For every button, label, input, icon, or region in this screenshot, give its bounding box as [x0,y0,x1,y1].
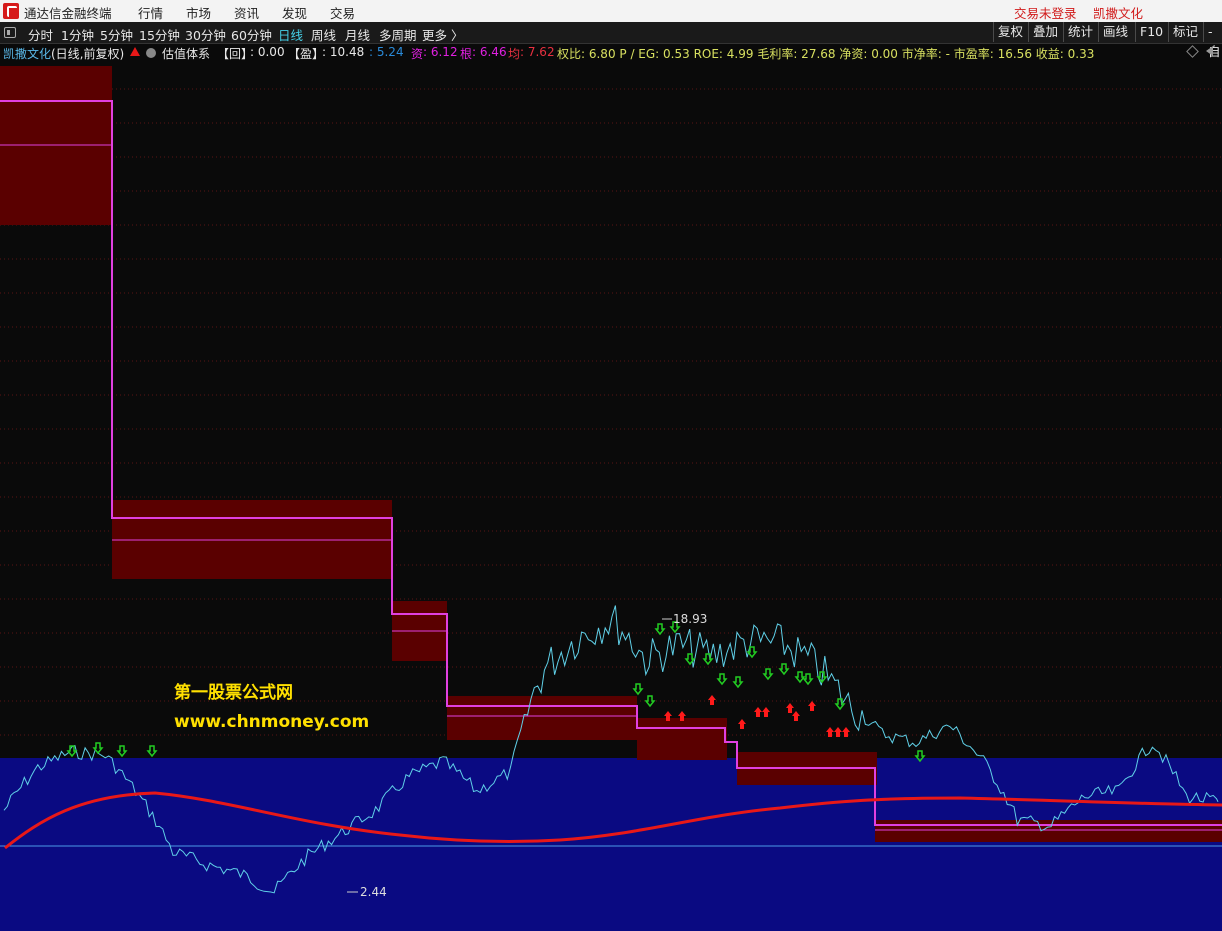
menu-zixun[interactable]: 资讯 [234,3,259,22]
sidebar-toggle-icon[interactable] [4,27,16,38]
app-logo-icon [3,3,19,19]
stock-name: 凯撒文化 [3,47,52,61]
sell-arrow-icon [66,745,78,758]
low-price-label: 2.44 [360,885,387,899]
tab-60min[interactable]: 60分钟 [231,25,272,44]
menu-jiaoyi[interactable]: 交易 [330,3,355,22]
zi-value: : 6.12 [423,45,458,59]
gen-label: 根 [460,47,473,61]
kline-chart[interactable]: 18.93 2.44 [0,62,1222,931]
blue-zone [0,758,1222,931]
indicator-name[interactable]: 估值体系 [162,45,210,62]
buy-arrow-icon [786,703,794,713]
sell-arrow-icon [632,683,644,696]
tab-weekly[interactable]: 周线 [311,25,336,44]
sell-arrow-icon [732,676,744,689]
watermark-title: 第一股票公式网 [174,683,293,703]
tab-5min[interactable]: 5分钟 [100,25,133,44]
buy-arrow-icon [708,695,716,705]
sell-arrow-icon [92,742,104,755]
indicator-info-line: 凯撒文化 (日线,前复权) 估值体系 【回】 : 0.00 【盈】 : 10.4… [0,43,1222,61]
overlay-button[interactable]: 叠加 [1028,22,1062,42]
menu-faxian[interactable]: 发现 [282,3,307,22]
tab-monthly[interactable]: 月线 [345,25,370,44]
diamond-icon[interactable] [1186,45,1199,58]
up-arrow-icon [130,47,140,56]
sell-arrow-icon [146,745,158,758]
f10-button[interactable]: F10 [1135,22,1167,42]
tab-more[interactable]: 更多 〉 [422,25,463,44]
sell-arrow-icon [762,668,774,681]
hui-label: 【回】 [217,47,254,61]
hui-value: : 0.00 [250,45,285,59]
tab-fenshi[interactable]: 分时 [28,25,53,44]
buy-arrow-icon [738,719,746,729]
mark-button[interactable]: 标记 [1168,22,1202,42]
sell-arrow-icon [802,673,814,686]
sell-arrow-icon [644,695,656,708]
period-toolbar: 分时 1分钟 5分钟 15分钟 30分钟 60分钟 日线 周线 月线 多周期 更… [0,22,1222,59]
ying-value: : 10.48 [322,45,365,59]
stock-title: 凯撒文化 [1093,6,1144,21]
chart-grid [0,88,1222,736]
tab-15min[interactable]: 15分钟 [139,25,180,44]
login-status[interactable]: 交易未登录 [1014,3,1077,22]
jun-label: 均 [508,47,521,61]
title-bar: 通达信金融终端 行情 市场 资讯 发现 交易 交易未登录 凯撒文化 [0,0,1222,23]
jun-value: : 7.62 [520,45,555,59]
sell-arrow-icon [116,745,128,758]
menu-shichang[interactable]: 市场 [186,3,211,22]
stats-button[interactable]: 统计 [1063,22,1097,42]
zi-label: 资 [411,47,424,61]
tab-30min[interactable]: 30分钟 [185,25,226,44]
buy-arrow-icon [808,701,816,711]
fundamental-metrics: 权比: 6.80 P / EG: 0.53 ROE: 4.99 毛利率: 27.… [557,47,1095,61]
sell-arrow-icon [794,671,806,684]
collapse-arrow-icon[interactable] [1206,46,1213,56]
watermark-url: www.chnmoney.com [174,712,370,732]
valuation-band-7 [875,820,1222,842]
chart-mode: (日线,前复权) [51,47,125,61]
gen-value: : 6.46 [472,45,507,59]
valuation-band-4 [447,696,637,740]
tab-daily[interactable]: 日线 [278,25,303,44]
cyan-value: : 5.24 [369,45,404,59]
buy-arrow-icon [762,707,770,717]
auto-button[interactable]: -自 [1203,22,1222,59]
high-label-group: 18.93 [662,612,707,626]
buy-arrow-icon [792,711,800,721]
tab-multi-period[interactable]: 多周期 [379,25,417,44]
menu-hangqing[interactable]: 行情 [138,3,163,22]
buy-arrow-icon [754,707,762,717]
draw-button[interactable]: 画线 [1098,22,1132,42]
sell-arrow-icon [716,673,728,686]
sell-arrow-icon [778,663,790,676]
ying-label: 【盈】 [288,47,325,61]
high-price-label: 18.93 [673,612,707,626]
app-name: 通达信金融终端 [24,6,112,21]
indicator-menu-icon[interactable] [146,48,156,58]
tab-1min[interactable]: 1分钟 [61,25,94,44]
valuation-band-5 [637,718,727,760]
fuquan-button[interactable]: 复权 [993,22,1027,42]
